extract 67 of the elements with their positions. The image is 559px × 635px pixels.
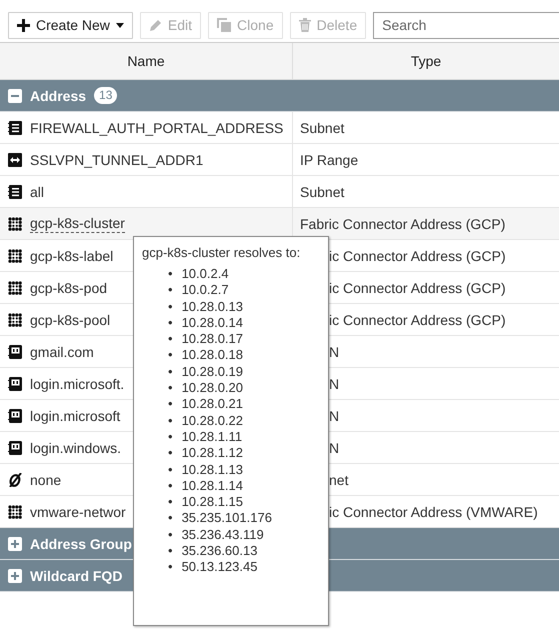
name-cell: SSLVPN_TUNNEL_ADDR1 <box>30 152 204 168</box>
type-cell: ic Connector Address (GCP) <box>329 248 506 264</box>
address-item: 10.28.0.21 <box>182 396 244 413</box>
name-cell: login.windows. <box>30 440 122 456</box>
name-cell: gcp-k8s-label <box>30 248 114 264</box>
bullet: • <box>168 298 173 315</box>
type-cell: ic Connector Address (GCP) <box>329 312 506 328</box>
bullet: • <box>168 543 173 560</box>
name-cell: gcp-k8s-pool <box>30 312 110 328</box>
type-cell: N <box>329 440 340 456</box>
bullet: • <box>168 494 173 510</box>
type-cell: Fabric Connector Address (GCP) <box>300 216 506 232</box>
bullet: • <box>168 347 173 364</box>
type-cell: N <box>329 408 340 424</box>
address-item: 10.28.0.19 <box>182 364 244 380</box>
name-cell: gcp-k8s-cluster <box>30 214 125 232</box>
bullet: • <box>168 331 173 348</box>
group-label: Wildcard FQD <box>30 568 122 584</box>
address-item: 10.28.1.11 <box>182 428 242 446</box>
address-item: 35.236.43.119 <box>182 526 264 544</box>
bullet: • <box>168 282 173 299</box>
type-cell: Subnet <box>300 120 344 136</box>
name-cell: gmail.com <box>30 344 94 360</box>
bullet: • <box>168 478 173 494</box>
bullet: • <box>168 462 173 478</box>
address-item: 10.28.0.20 <box>182 380 244 396</box>
address-item: 35.236.60.13 <box>182 543 258 560</box>
bullet: • <box>168 364 173 380</box>
tooltip-title: gcp-k8s-cluster resolves to: <box>142 245 302 260</box>
address-item: 10.28.1.13 <box>182 462 244 478</box>
address-item: 10.0.2.7 <box>182 282 229 299</box>
type-cell: ic Connector Address (GCP) <box>329 280 506 296</box>
type-cell: Subnet <box>300 184 344 200</box>
bullet: • <box>168 428 173 446</box>
bullet: • <box>168 314 173 332</box>
type-cell: N <box>329 344 340 360</box>
name-cell: login.microsoft. <box>30 376 124 392</box>
type-cell: net <box>329 472 348 488</box>
name-cell: all <box>30 184 44 200</box>
bullet: • <box>168 510 173 527</box>
address-item: 50.13.123.45 <box>182 559 258 576</box>
address-item: 10.28.1.15 <box>182 494 244 510</box>
address-item: 10.28.0.17 <box>182 331 244 348</box>
bullet: • <box>168 396 173 413</box>
name-cell: FIREWALL_AUTH_PORTAL_ADDRESS <box>30 120 284 136</box>
group-label: Address Group <box>30 536 132 552</box>
bullet: • <box>168 445 173 462</box>
bullet: • <box>168 559 173 576</box>
name-cell: gcp-k8s-pod <box>30 280 108 296</box>
name-cell: login.microsoft <box>30 408 120 424</box>
count-badge: 13 <box>94 87 118 104</box>
name-cell: vmware-networ <box>30 504 126 520</box>
group-label: Address <box>30 88 86 104</box>
name-cell: none <box>30 472 62 488</box>
address-item: 10.28.0.18 <box>182 347 244 364</box>
address-item: 10.28.0.14 <box>182 314 244 332</box>
type-cell: IP Range <box>300 152 358 168</box>
type-cell: N <box>329 376 340 392</box>
bullet: • <box>168 412 173 429</box>
bullet: • <box>168 380 173 396</box>
address-item: 35.235.101.176 <box>182 510 272 527</box>
type-cell: ic Connector Address (VMWARE) <box>329 504 538 520</box>
address-item: 10.28.1.14 <box>182 478 244 494</box>
address-item: 10.28.0.22 <box>182 412 244 429</box>
address-item: 10.28.0.13 <box>182 298 244 315</box>
bullet: • <box>168 526 173 544</box>
address-item: 10.28.1.12 <box>182 445 244 462</box>
